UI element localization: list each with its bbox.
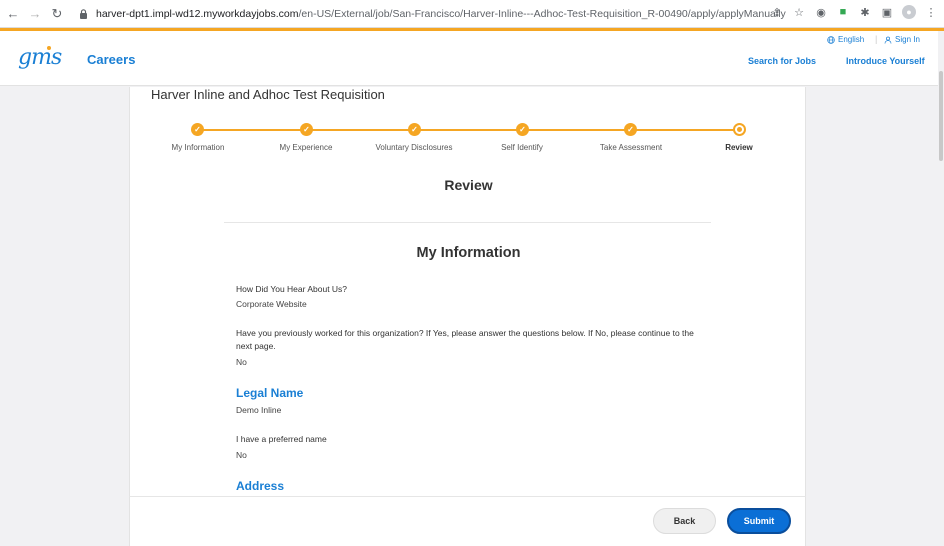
form-footer: Back Submit	[129, 496, 806, 546]
step-5-check-icon: ✓	[624, 123, 637, 136]
address-heading: Address	[236, 479, 285, 493]
legal-name-value: Demo Inline	[236, 405, 282, 415]
profile-avatar-icon[interactable]: ●	[902, 5, 916, 19]
step-label-review: Review	[725, 143, 753, 152]
sign-in-label: Sign In	[895, 35, 920, 44]
answer-how-did-you-hear: Corporate Website	[236, 299, 307, 309]
reload-icon[interactable]: ↻	[48, 5, 66, 23]
back-button[interactable]: Back	[653, 508, 716, 534]
step-3-check-icon: ✓	[408, 123, 421, 136]
star-icon[interactable]: ☆	[792, 5, 806, 19]
address-bar[interactable]: harver-dpt1.impl-wd12.myworkdayjobs.com/…	[96, 8, 786, 20]
language-selector[interactable]: English	[827, 35, 864, 44]
careers-link[interactable]: Careers	[87, 52, 135, 67]
step-label-self-identify: Self Identify	[501, 143, 543, 152]
extension-icon[interactable]: ◉	[814, 5, 828, 19]
introduce-yourself-link[interactable]: Introduce Yourself	[846, 56, 925, 66]
step-4-check-icon: ✓	[516, 123, 529, 136]
language-label: English	[838, 35, 865, 44]
review-heading: Review	[444, 177, 493, 193]
logo-dot-icon	[47, 46, 51, 50]
menu-dots-icon[interactable]: ⋮	[924, 5, 938, 19]
sidepanel-icon[interactable]: ▣	[880, 5, 894, 19]
page-scrollbar[interactable]	[938, 31, 944, 546]
share-icon[interactable]: ⇪	[770, 5, 784, 19]
question-preferred-name: I have a preferred name	[236, 434, 327, 444]
job-title: Harver Inline and Adhoc Test Requisition	[151, 87, 385, 102]
submit-button[interactable]: Submit	[727, 508, 791, 534]
search-for-jobs-link[interactable]: Search for Jobs	[748, 56, 816, 66]
step-1-check-icon: ✓	[191, 123, 204, 136]
section-divider	[224, 222, 711, 223]
gms-logo[interactable]: gms	[18, 45, 62, 70]
step-label-my-information: My Information	[171, 143, 225, 152]
my-information-heading: My Information	[416, 245, 521, 261]
forward-arrow-icon[interactable]: →	[26, 5, 44, 23]
sign-in-link[interactable]: Sign In	[884, 35, 920, 44]
user-icon	[884, 36, 892, 44]
globe-icon	[827, 35, 835, 44]
extension-green-icon[interactable]: ■	[836, 5, 850, 19]
answer-preferred-name: No	[236, 450, 247, 460]
url-path: /en-US/External/job/San-Francisco/Harver…	[298, 7, 786, 20]
browser-toolbar: ← → ↻ harver-dpt1.impl-wd12.myworkdayjob…	[0, 0, 944, 28]
question-previously-worked: Have you previously worked for this orga…	[236, 328, 694, 351]
lock-icon[interactable]	[76, 7, 90, 21]
legal-name-heading: Legal Name	[236, 386, 304, 400]
progress-track	[198, 129, 739, 131]
step-2-check-icon: ✓	[300, 123, 313, 136]
step-label-my-experience: My Experience	[279, 143, 333, 152]
puzzle-icon[interactable]: ✱	[858, 5, 872, 19]
back-arrow-icon[interactable]: ←	[4, 5, 22, 23]
application-card: Harver Inline and Adhoc Test Requisition…	[129, 87, 806, 546]
question-how-did-you-hear: How Did You Hear About Us?	[236, 284, 348, 294]
url-host: harver-dpt1.impl-wd12.myworkdayjobs.com	[96, 7, 299, 20]
scrollbar-thumb[interactable]	[939, 71, 943, 161]
step-label-take-assessment: Take Assessment	[599, 143, 663, 152]
step-label-voluntary-disclosures: Voluntary Disclosures	[375, 143, 453, 152]
header-separator: |	[875, 34, 878, 44]
step-6-current-icon	[733, 123, 746, 136]
browser-actions: ⇪ ☆ ◉ ■ ✱ ▣ ● ⋮	[770, 5, 938, 19]
answer-previously-worked: No	[236, 357, 247, 367]
site-header: gms Careers English | Sign In Search for…	[0, 31, 944, 86]
